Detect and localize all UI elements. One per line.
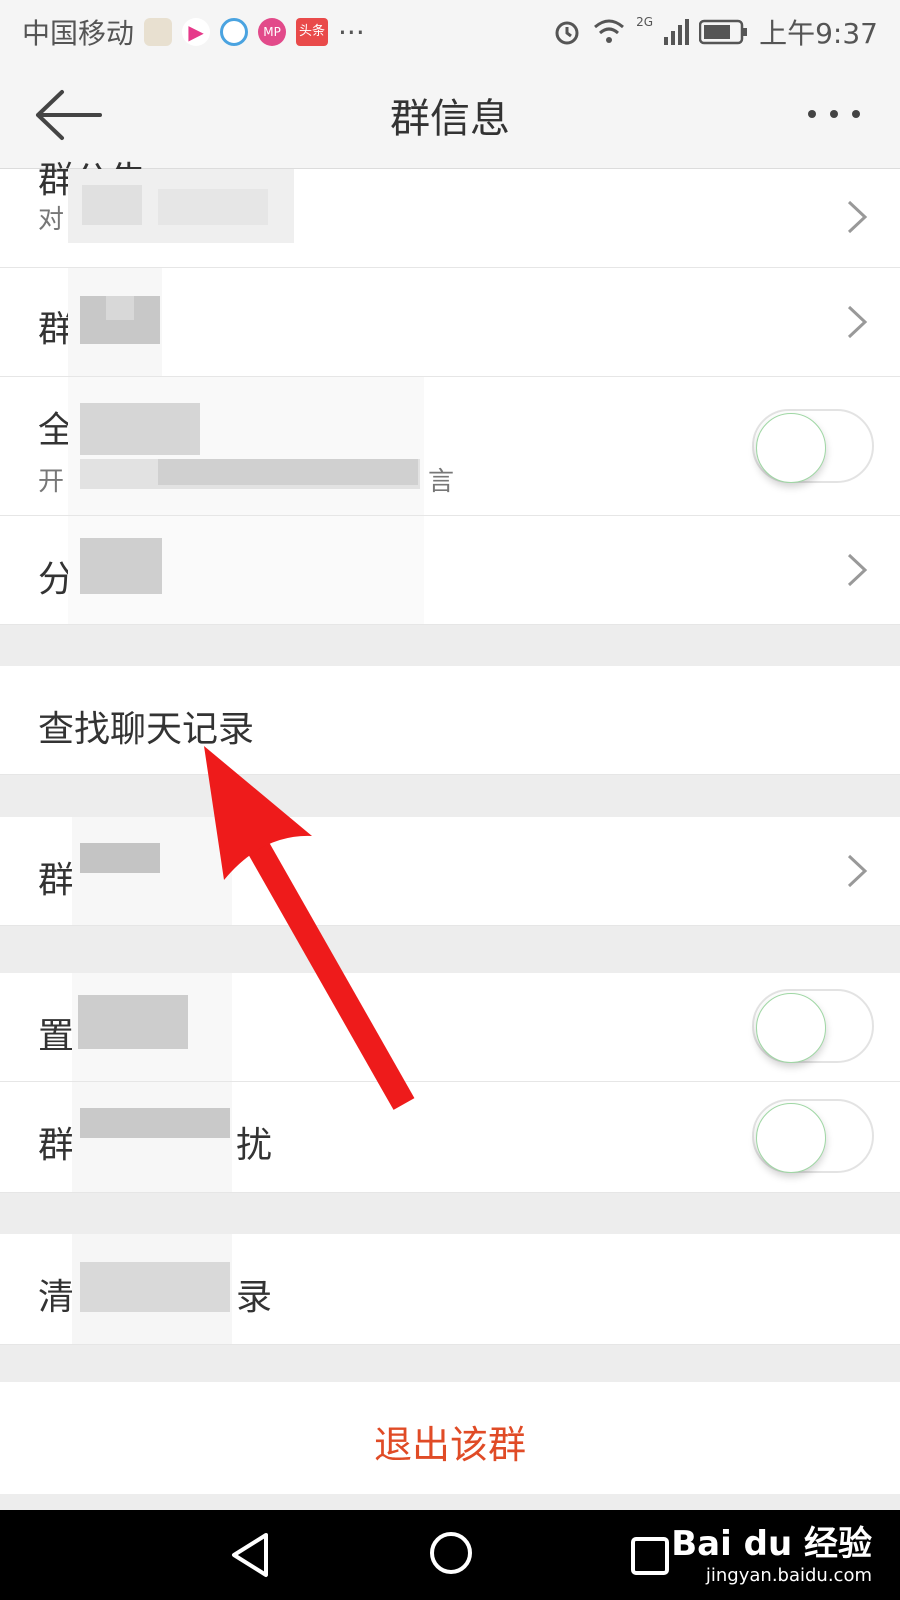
toggle-knob — [756, 413, 826, 483]
clear-chat-history-row[interactable]: 清 录 — [0, 1234, 900, 1345]
toutiao-app-icon: 头条 — [296, 18, 329, 46]
do-not-disturb-title-start: 群 — [38, 1125, 75, 1166]
search-chat-history-row[interactable]: 查找聊天记录 — [0, 666, 900, 775]
mute-all-row: 全 开 言 — [0, 377, 900, 516]
exit-group-button[interactable]: 退出该群 — [0, 1382, 900, 1494]
chevron-right-icon — [847, 553, 868, 587]
blurred-text-mosaic — [68, 516, 424, 624]
group-row-2[interactable]: 群 — [0, 268, 900, 377]
blurred-text-mosaic — [72, 817, 232, 925]
wifi-icon — [594, 19, 625, 43]
signal-icon — [664, 19, 690, 45]
chevron-right-icon — [847, 305, 868, 339]
clock-label: 上午9:37 — [759, 17, 878, 50]
do-not-disturb-row: 群 扰 — [0, 1082, 900, 1193]
group-row-4[interactable]: 分 — [0, 516, 900, 625]
blurred-text-mosaic — [68, 377, 424, 515]
group-row-6[interactable]: 群 — [0, 817, 900, 926]
exit-group-label: 退出该群 — [373, 1423, 526, 1467]
mp-app-icon: MP — [258, 18, 287, 46]
group-announcement-preview: 对 — [38, 205, 65, 235]
clear-chat-history-title-start: 清 — [38, 1277, 75, 1318]
search-chat-history-label: 查找聊天记录 — [38, 709, 255, 750]
watermark-url: jingyan.baidu.com — [705, 1565, 872, 1586]
more-options-icon[interactable] — [804, 104, 864, 124]
blurred-text-mosaic — [72, 1082, 232, 1192]
more-notifications-icon: ··· — [338, 15, 365, 49]
status-left: 中国移动 ▶ MP 头条 ··· — [22, 12, 365, 52]
blurred-text-mosaic — [72, 1234, 232, 1344]
youku-app-icon: ▶ — [182, 18, 211, 46]
clear-chat-history-title-end: 录 — [236, 1277, 273, 1318]
nav-recent-apps-icon[interactable] — [630, 1536, 670, 1576]
nav-back-icon[interactable] — [228, 1532, 272, 1578]
chevron-right-icon — [847, 854, 868, 888]
mute-all-desc-end: 言 — [428, 467, 455, 497]
blurred-text-mosaic — [72, 973, 232, 1081]
pin-chat-title: 置 — [38, 1016, 75, 1057]
browser-app-icon — [220, 18, 249, 46]
alarm-icon — [555, 21, 579, 45]
mute-all-toggle[interactable] — [752, 409, 874, 483]
shield-app-icon — [144, 18, 173, 46]
group-announcement-row[interactable]: 群公告 对 — [0, 160, 900, 268]
pin-chat-row: 置 — [0, 973, 900, 1082]
group-row-6-title: 群 — [38, 860, 75, 901]
navigation-bar: Bai du 经验 jingyan.baidu.com — [0, 1510, 900, 1600]
toggle-knob — [756, 1103, 826, 1173]
do-not-disturb-toggle[interactable] — [752, 1099, 874, 1173]
status-right: 2G 上午9:37 — [552, 12, 878, 52]
watermark-logo: Bai du 经验 — [671, 1524, 872, 1564]
pin-chat-toggle[interactable] — [752, 989, 874, 1063]
do-not-disturb-title-end: 扰 — [236, 1125, 273, 1166]
mute-all-desc-start: 开 — [38, 467, 65, 497]
blurred-text-mosaic — [68, 169, 294, 243]
blurred-text-mosaic — [68, 268, 162, 376]
carrier-label: 中国移动 — [22, 17, 135, 50]
baidu-jingyan-watermark: Bai du 经验 jingyan.baidu.com — [671, 1516, 872, 1586]
status-bar: 中国移动 ▶ MP 头条 ··· 2G 上午9:37 — [0, 0, 900, 60]
battery-icon — [699, 19, 748, 45]
network-type-label: 2G — [636, 15, 654, 29]
nav-home-icon[interactable] — [428, 1530, 474, 1576]
toggle-knob — [756, 993, 826, 1063]
page-title: 群信息 — [390, 96, 510, 142]
chevron-right-icon — [847, 200, 868, 234]
